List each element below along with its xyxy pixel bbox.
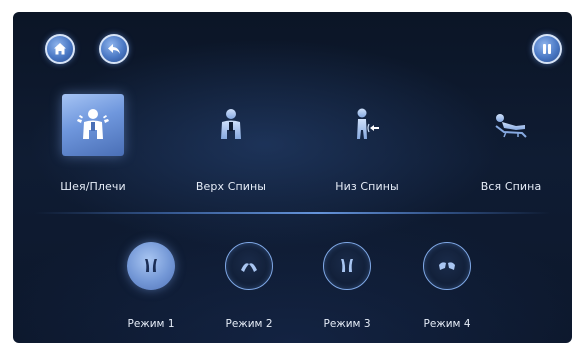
zone-tile[interactable] (62, 94, 124, 156)
zone-tab-full-back[interactable]: Вся Спина (461, 94, 561, 202)
mode-circle[interactable] (127, 242, 175, 290)
mode-button-2[interactable]: Режим 2 (209, 242, 289, 332)
mode-4-hands-icon (439, 262, 455, 270)
lower-back-icon (357, 108, 379, 139)
full-back-icon (495, 114, 527, 138)
mode-button-3[interactable]: Режим 3 (307, 242, 387, 332)
mode-button-1[interactable]: Режим 1 (111, 242, 191, 332)
zone-tab-neck-shoulders[interactable]: Шея/Плечи (43, 94, 143, 202)
mode-label: Режим 3 (323, 318, 371, 330)
zone-label: Низ Спины (335, 180, 399, 193)
mode-1-hands-icon (145, 259, 157, 272)
divider (35, 212, 550, 214)
mode-label: Режим 1 (127, 318, 175, 330)
zone-tile[interactable] (200, 94, 262, 156)
mode-3-hands-icon (341, 259, 353, 272)
back-button[interactable] (99, 34, 129, 64)
neck-shoulders-icon (77, 109, 109, 139)
mode-2-hands-icon (241, 263, 257, 272)
mode-circle[interactable] (323, 242, 371, 290)
zone-label: Верх Спины (195, 180, 267, 193)
home-icon (54, 43, 66, 55)
zone-tile[interactable] (480, 94, 542, 156)
zone-tab-lower-back[interactable]: Низ Спины (317, 94, 417, 202)
pause-icon (543, 44, 551, 54)
massage-control-screen: Шея/Плечи Верх Спины Низ Спины Вся Спина… (13, 12, 572, 343)
zone-tile[interactable] (336, 94, 398, 156)
zone-label: Вся Спина (480, 180, 542, 193)
mode-button-4[interactable]: Режим 4 (407, 242, 487, 332)
upper-back-icon (221, 109, 241, 139)
mode-circle[interactable] (423, 242, 471, 290)
mode-circle[interactable] (225, 242, 273, 290)
zone-label: Шея/Плечи (60, 180, 126, 193)
mode-label: Режим 4 (423, 318, 471, 330)
mode-label: Режим 2 (225, 318, 273, 330)
zone-tab-upper-back[interactable]: Верх Спины (181, 94, 281, 202)
back-arrow-icon (108, 44, 120, 54)
home-button[interactable] (45, 34, 75, 64)
pause-button[interactable] (532, 34, 562, 64)
